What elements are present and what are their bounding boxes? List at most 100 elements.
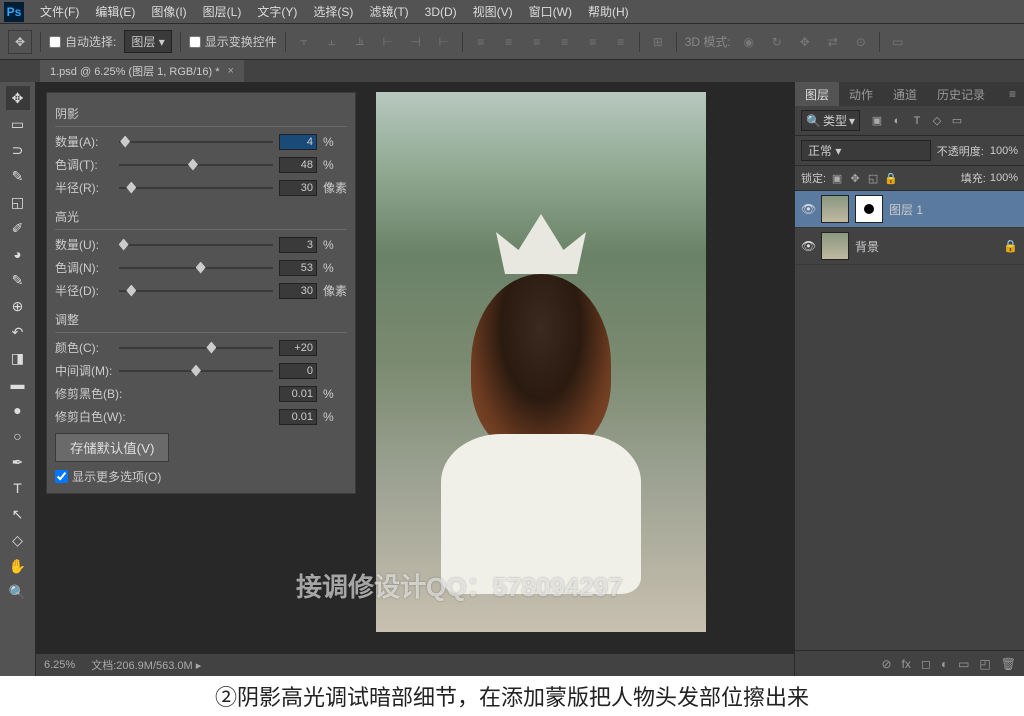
align-left-icon[interactable]: ⊢ <box>378 32 398 52</box>
midtone-input[interactable] <box>279 363 317 379</box>
layer-row[interactable]: 👁 图层 1 <box>795 191 1024 228</box>
distribute-left-icon[interactable]: ≡ <box>555 32 575 52</box>
blur-tool[interactable]: ● <box>6 398 30 422</box>
new-layer-icon[interactable]: ◰ <box>979 657 990 671</box>
save-defaults-button[interactable]: 存储默认值(V) <box>55 433 169 462</box>
menu-filter[interactable]: 滤镜(T) <box>361 0 416 24</box>
distribute-bottom-icon[interactable]: ≡ <box>527 32 547 52</box>
shadows-radius-slider[interactable] <box>119 180 273 196</box>
layer-fx-icon[interactable]: fx <box>902 657 911 671</box>
clone-tool[interactable]: ⊕ <box>6 294 30 318</box>
show-more-options-checkbox[interactable]: 显示更多选项(O) <box>55 468 347 485</box>
highlights-radius-slider[interactable] <box>119 283 273 299</box>
menu-window[interactable]: 窗口(W) <box>521 0 580 24</box>
highlights-tone-slider[interactable] <box>119 260 273 276</box>
hand-tool[interactable]: ✋ <box>6 554 30 578</box>
layer-row[interactable]: 👁 背景 🔒 <box>795 228 1024 265</box>
menu-type[interactable]: 文字(Y) <box>249 0 305 24</box>
layer-thumbnail[interactable] <box>821 195 849 223</box>
layer-name[interactable]: 图层 1 <box>889 201 1018 218</box>
highlights-tone-input[interactable] <box>279 260 317 276</box>
canvas[interactable]: 接调修设计QQ：578094297 阴影 数量(A): % 色调(T): <box>36 82 794 654</box>
auto-align-icon[interactable]: ⊞ <box>648 32 668 52</box>
distribute-right-icon[interactable]: ≡ <box>611 32 631 52</box>
filter-smart-icon[interactable]: ▭ <box>950 114 964 128</box>
align-top-icon[interactable]: ⫟ <box>294 32 314 52</box>
filter-type-icon[interactable]: T <box>910 114 924 128</box>
3d-orbit-icon[interactable]: ◉ <box>739 32 759 52</box>
history-brush-tool[interactable]: ↶ <box>6 320 30 344</box>
align-right-icon[interactable]: ⊢ <box>434 32 454 52</box>
auto-select-dropdown[interactable]: 图层 ▾ <box>124 30 171 53</box>
eraser-tool[interactable]: ◨ <box>6 346 30 370</box>
menu-edit[interactable]: 编辑(E) <box>87 0 143 24</box>
lock-position-icon[interactable]: ✥ <box>848 171 862 185</box>
3d-slide-icon[interactable]: ⇄ <box>823 32 843 52</box>
auto-select-checkbox[interactable]: 自动选择: <box>49 33 116 50</box>
filter-shape-icon[interactable]: ◇ <box>930 114 944 128</box>
zoom-level[interactable]: 6.25% <box>44 659 75 671</box>
distribute-top-icon[interactable]: ≡ <box>471 32 491 52</box>
document-tab[interactable]: 1.psd @ 6.25% (图层 1, RGB/16) * × <box>40 60 244 82</box>
gradient-tool[interactable]: ▬ <box>6 372 30 396</box>
blend-mode-dropdown[interactable]: 正常 ▾ <box>801 140 931 161</box>
shadows-radius-input[interactable] <box>279 180 317 196</box>
shadows-amount-slider[interactable] <box>119 134 273 150</box>
pen-tool[interactable]: ✒ <box>6 450 30 474</box>
fill-value[interactable]: 100% <box>990 172 1018 184</box>
distribute-hcenter-icon[interactable]: ≡ <box>583 32 603 52</box>
shape-tool[interactable]: ◇ <box>6 528 30 552</box>
adjustment-layer-icon[interactable]: ◐ <box>941 657 948 671</box>
3d-pan-icon[interactable]: ✥ <box>795 32 815 52</box>
lock-artboard-icon[interactable]: ◱ <box>866 171 880 185</box>
add-mask-icon[interactable]: ◻ <box>921 657 931 671</box>
healing-tool[interactable]: ◕ <box>6 242 30 266</box>
new-group-icon[interactable]: ▭ <box>958 657 969 671</box>
visibility-icon[interactable]: 👁 <box>801 202 815 216</box>
filter-pixel-icon[interactable]: ▣ <box>870 114 884 128</box>
menu-file[interactable]: 文件(F) <box>32 0 87 24</box>
close-tab-icon[interactable]: × <box>228 65 234 77</box>
tab-channels[interactable]: 通道 <box>883 82 927 107</box>
align-vcenter-icon[interactable]: ⫠ <box>322 32 342 52</box>
visibility-icon[interactable]: 👁 <box>801 239 815 253</box>
show-transform-checkbox[interactable]: 显示变换控件 <box>189 33 277 50</box>
midtone-slider[interactable] <box>119 363 273 379</box>
menu-select[interactable]: 选择(S) <box>305 0 361 24</box>
type-tool[interactable]: T <box>6 476 30 500</box>
menu-layer[interactable]: 图层(L) <box>195 0 250 24</box>
shadows-tone-input[interactable] <box>279 157 317 173</box>
layer-thumbnail[interactable] <box>821 232 849 260</box>
distribute-vcenter-icon[interactable]: ≡ <box>499 32 519 52</box>
panel-menu-icon[interactable]: ≡ <box>1001 87 1024 101</box>
path-select-tool[interactable]: ↖ <box>6 502 30 526</box>
layer-mask-thumbnail[interactable] <box>855 195 883 223</box>
lasso-tool[interactable]: ⊃ <box>6 138 30 162</box>
filter-adjust-icon[interactable]: ◐ <box>890 114 904 128</box>
clip-white-input[interactable] <box>279 409 317 425</box>
lock-pixels-icon[interactable]: ▣ <box>830 171 844 185</box>
marquee-tool[interactable]: ▭ <box>6 112 30 136</box>
shadows-amount-input[interactable] <box>279 134 317 150</box>
move-tool[interactable]: ✥ <box>6 86 30 110</box>
shadows-tone-slider[interactable] <box>119 157 273 173</box>
color-input[interactable] <box>279 340 317 356</box>
crop-tool[interactable]: ◱ <box>6 190 30 214</box>
align-bottom-icon[interactable]: ⫡ <box>350 32 370 52</box>
align-hcenter-icon[interactable]: ⊣ <box>406 32 426 52</box>
color-slider[interactable] <box>119 340 273 356</box>
highlights-amount-slider[interactable] <box>119 237 273 253</box>
tab-layers[interactable]: 图层 <box>795 82 839 107</box>
quick-select-tool[interactable]: ✎ <box>6 164 30 188</box>
dodge-tool[interactable]: ○ <box>6 424 30 448</box>
menu-3d[interactable]: 3D(D) <box>417 1 465 23</box>
move-tool-icon[interactable]: ✥ <box>8 30 32 54</box>
zoom-tool[interactable]: 🔍 <box>6 580 30 604</box>
opacity-value[interactable]: 100% <box>990 145 1018 157</box>
clip-black-input[interactable] <box>279 386 317 402</box>
menu-view[interactable]: 视图(V) <box>465 0 521 24</box>
eyedropper-tool[interactable]: ✐ <box>6 216 30 240</box>
brush-tool[interactable]: ✎ <box>6 268 30 292</box>
highlights-radius-input[interactable] <box>279 283 317 299</box>
3d-zoom-icon[interactable]: ⊙ <box>851 32 871 52</box>
